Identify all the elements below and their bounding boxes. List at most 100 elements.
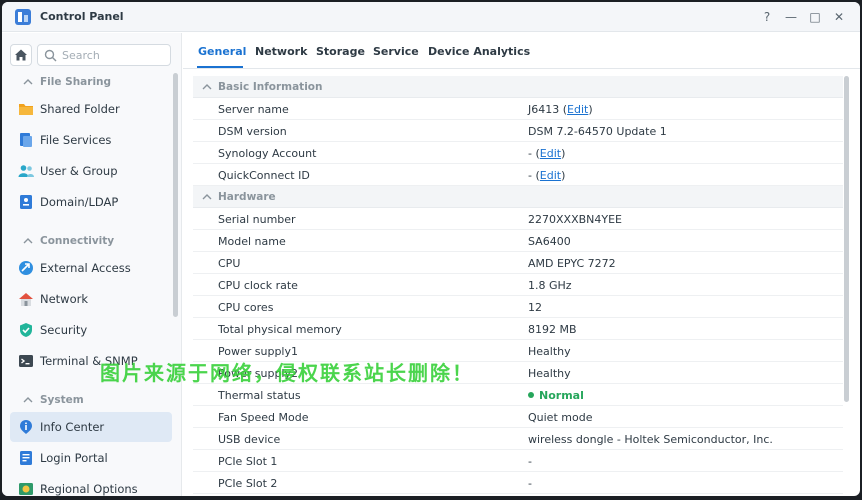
chevron-up-icon — [202, 84, 212, 90]
window-title: Control Panel — [40, 10, 124, 23]
tab-service[interactable]: Service — [373, 45, 419, 58]
domain-ldap-icon — [20, 195, 32, 209]
section-label: Connectivity — [40, 235, 115, 247]
status-ok-dot-icon — [528, 392, 534, 398]
sidebar-item-label: Info Center — [40, 420, 105, 434]
external-access-icon — [19, 261, 33, 275]
row-value: wireless dongle - Holtek Semiconductor, … — [528, 433, 773, 446]
title-bar: Control Panel ? — □ ✕ — [2, 2, 860, 32]
sidebar-item-info-center[interactable]: Info Center — [10, 412, 172, 442]
sidebar-item-label: File Services — [40, 133, 112, 147]
maximize-button[interactable]: □ — [805, 7, 825, 27]
home-icon — [15, 49, 27, 61]
row-model-name: Model name SA6400 — [193, 230, 843, 252]
control-panel-icon — [15, 9, 31, 25]
sidebar-item-label: Security — [40, 323, 88, 337]
row-label: Serial number — [218, 213, 296, 226]
tab-network[interactable]: Network — [255, 45, 307, 58]
sidebar-item-label: Login Portal — [40, 451, 108, 465]
row-pcie-slot-1: PCIe Slot 1 - — [193, 450, 843, 472]
group-hardware[interactable]: Hardware — [193, 186, 843, 208]
section-label: File Sharing — [40, 76, 112, 88]
row-value: 2270XXXBN4YEE — [528, 213, 622, 226]
tab-general[interactable]: General — [198, 45, 246, 58]
row-thermal-status: Thermal status Normal — [193, 384, 843, 406]
sidebar-item-label: External Access — [40, 261, 131, 275]
chevron-up-icon — [202, 194, 212, 200]
row-value: AMD EPYC 7272 — [528, 257, 616, 270]
sidebar-item-label: Domain/LDAP — [40, 195, 119, 209]
file-services-icon — [20, 133, 32, 147]
search-box[interactable] — [37, 44, 171, 66]
section-label: System — [40, 394, 84, 406]
terminal-icon — [19, 355, 33, 367]
section-file-sharing[interactable]: File Sharing — [2, 71, 172, 95]
row-fan-speed-mode: Fan Speed Mode Quiet mode — [193, 406, 843, 428]
row-label: DSM version — [218, 125, 287, 138]
sidebar-item-user-group[interactable]: User & Group — [10, 156, 172, 186]
tab-device-analytics[interactable]: Device Analytics — [428, 45, 530, 58]
row-label: CPU clock rate — [218, 279, 298, 292]
help-button[interactable]: ? — [757, 7, 777, 27]
row-pcie-slot-2: PCIe Slot 2 - — [193, 472, 843, 494]
regional-options-icon — [19, 483, 33, 495]
row-serial-number: Serial number 2270XXXBN4YEE — [193, 208, 843, 230]
row-value: - — [528, 455, 532, 468]
active-tab-indicator — [197, 66, 243, 68]
sidebar-item-domain-ldap[interactable]: Domain/LDAP — [10, 187, 172, 217]
row-usb-device: USB device wireless dongle - Holtek Semi… — [193, 428, 843, 450]
close-button[interactable]: ✕ — [829, 7, 849, 27]
row-cpu: CPU AMD EPYC 7272 — [193, 252, 843, 274]
row-label: Server name — [218, 103, 289, 116]
row-label: Thermal status — [218, 389, 301, 402]
group-label: Hardware — [218, 191, 276, 203]
row-synology-account: Synology Account - (Edit) — [193, 142, 843, 164]
tab-bar: General Network Storage Service Device A… — [183, 33, 860, 69]
sidebar-item-label: Regional Options — [40, 482, 138, 496]
sidebar-scrollbar[interactable] — [173, 73, 178, 317]
group-basic-information[interactable]: Basic Information — [193, 76, 843, 98]
info-icon — [20, 420, 32, 434]
section-connectivity[interactable]: Connectivity — [2, 230, 172, 254]
shield-icon — [20, 323, 32, 337]
sidebar-item-external-access[interactable]: External Access — [10, 253, 172, 283]
row-server-name: Server name J6413 (Edit) — [193, 98, 843, 120]
login-portal-icon — [20, 451, 32, 465]
quickconnect-id-value: - — [528, 169, 532, 182]
info-table: Basic Information Server name J6413 (Edi… — [193, 76, 843, 496]
row-quickconnect-id: QuickConnect ID - (Edit) — [193, 164, 843, 186]
users-icon — [18, 165, 34, 177]
search-icon — [44, 49, 57, 62]
row-value: DSM 7.2-64570 Update 1 — [528, 125, 667, 138]
row-value: Quiet mode — [528, 411, 593, 424]
row-label: PCIe Slot 1 — [218, 455, 278, 468]
sidebar-item-file-services[interactable]: File Services — [10, 125, 172, 155]
edit-synology-account-link[interactable]: Edit — [540, 147, 561, 160]
search-input[interactable] — [62, 48, 166, 62]
row-value: SA6400 — [528, 235, 571, 248]
sidebar-item-regional-options[interactable]: Regional Options — [10, 474, 172, 496]
edit-quickconnect-link[interactable]: Edit — [540, 169, 561, 182]
group-label: Basic Information — [218, 81, 323, 93]
row-cpu-cores: CPU cores 12 — [193, 296, 843, 318]
row-label: Model name — [218, 235, 286, 248]
row-label: USB device — [218, 433, 281, 446]
content-scrollbar[interactable] — [844, 76, 849, 402]
edit-server-name-link[interactable]: Edit — [567, 103, 588, 116]
row-value: Healthy — [528, 345, 571, 358]
sidebar-item-shared-folder[interactable]: Shared Folder — [10, 94, 172, 124]
section-system[interactable]: System — [2, 389, 172, 413]
row-value: Healthy — [528, 367, 571, 380]
thermal-status-value: Normal — [539, 389, 584, 402]
row-value: 1.8 GHz — [528, 279, 572, 292]
row-dsm-version: DSM version DSM 7.2-64570 Update 1 — [193, 120, 843, 142]
network-house-icon — [19, 293, 33, 306]
sidebar-item-network[interactable]: Network — [10, 284, 172, 314]
sidebar-item-label: Network — [40, 292, 89, 306]
minimize-button[interactable]: — — [781, 7, 801, 27]
home-button[interactable] — [10, 44, 32, 66]
tab-storage[interactable]: Storage — [316, 45, 365, 58]
sidebar-item-security[interactable]: Security — [10, 315, 172, 345]
row-cpu-clock-rate: CPU clock rate 1.8 GHz — [193, 274, 843, 296]
sidebar-item-login-portal[interactable]: Login Portal — [10, 443, 172, 473]
